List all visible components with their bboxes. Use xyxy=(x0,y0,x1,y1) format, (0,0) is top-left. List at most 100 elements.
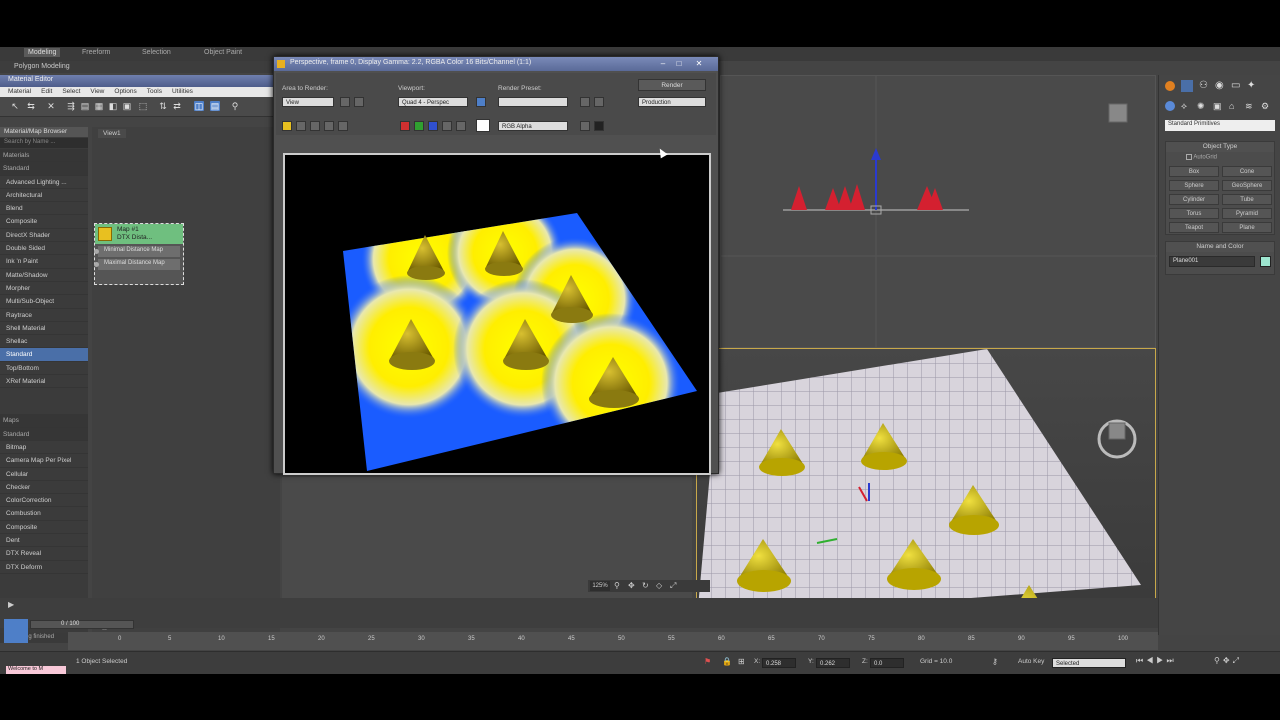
lock-icon[interactable]: 🔒 xyxy=(722,657,732,666)
browser-item[interactable]: Shellac xyxy=(0,335,88,349)
render-setup-icon[interactable] xyxy=(580,97,590,107)
edit-region-icon[interactable] xyxy=(340,97,350,107)
lock-viewport-icon[interactable] xyxy=(476,97,486,107)
clone-window-icon[interactable] xyxy=(310,121,320,131)
utilities-tab-icon[interactable]: ✦ xyxy=(1247,80,1259,92)
print-icon[interactable] xyxy=(324,121,334,131)
show-map-icon[interactable]: ◧ xyxy=(108,101,118,111)
menu-options[interactable]: Options xyxy=(114,88,136,96)
minimize-icon[interactable]: – xyxy=(656,58,670,69)
menu-view[interactable]: View xyxy=(90,88,104,96)
cameras-icon[interactable]: ▣ xyxy=(1213,101,1222,112)
key-icon[interactable]: ⚷ xyxy=(992,657,998,666)
sphere-button[interactable]: Sphere xyxy=(1169,180,1219,191)
menu-material[interactable]: Material xyxy=(8,88,31,96)
layout-horizontal-icon[interactable]: ⇄ xyxy=(172,101,182,111)
area-to-render-select[interactable]: View xyxy=(282,97,334,107)
browser-item[interactable]: Checker xyxy=(0,481,88,495)
lights-icon[interactable]: ✺ xyxy=(1197,101,1205,112)
select-icon[interactable]: ⬚ xyxy=(138,101,148,111)
ribbon-tab-object-paint[interactable]: Object Paint xyxy=(204,49,242,56)
maximal-distance-slot[interactable]: Maximal Distance Map xyxy=(94,259,180,270)
object-name-input[interactable]: Plane001 xyxy=(1169,256,1255,267)
menu-select[interactable]: Select xyxy=(62,88,80,96)
primitives-dropdown[interactable]: Standard Primitives xyxy=(1165,120,1275,131)
browser-item[interactable]: Raytrace xyxy=(0,309,88,322)
move-children-icon[interactable]: ⇶ xyxy=(66,101,76,111)
rendered-image[interactable] xyxy=(283,153,711,475)
spacewarps-icon[interactable]: ≋ xyxy=(1245,101,1253,112)
shapes-icon[interactable]: ⟡ xyxy=(1181,101,1187,112)
orbit-icon[interactable]: ↻ xyxy=(642,581,649,590)
lock-selection-icon[interactable]: ⚑ xyxy=(704,657,711,666)
background-swatch[interactable] xyxy=(476,119,490,132)
ribbon-tab-selection[interactable]: Selection xyxy=(142,49,171,56)
cone-button[interactable]: Cone xyxy=(1222,166,1272,177)
hierarchy-tab-icon[interactable]: ⚇ xyxy=(1199,80,1209,92)
map-node-header[interactable]: Map #1 DTX Dista... xyxy=(95,224,183,244)
maxscript-listener[interactable]: Welcome to M xyxy=(6,666,66,674)
browser-item[interactable]: Matte/Shadow xyxy=(0,269,88,282)
fov-icon[interactable]: ◇ xyxy=(656,581,662,590)
environment-icon[interactable] xyxy=(594,97,604,107)
node-view[interactable]: View1 ⚇ xyxy=(92,127,280,643)
layers-icon[interactable] xyxy=(4,619,28,643)
pick-material-icon[interactable]: ↖ xyxy=(10,101,20,111)
maximize-viewport-icon[interactable]: ⤢ xyxy=(670,581,676,591)
browser-item[interactable]: Bitmap xyxy=(0,441,88,455)
browser-item[interactable]: Dent xyxy=(0,534,88,548)
playback-controls[interactable]: ⏮◀▶⏭ xyxy=(1136,656,1177,666)
browser-item[interactable]: Combustion xyxy=(0,507,88,521)
assign-icon[interactable]: ⇆ xyxy=(26,101,36,111)
geosphere-button[interactable]: GeoSphere xyxy=(1222,180,1272,191)
auto-region-icon[interactable] xyxy=(354,97,364,107)
browser-item[interactable]: DirectX Shader xyxy=(0,229,88,243)
auto-key-button[interactable]: Auto Key xyxy=(1018,658,1044,665)
viewport-select[interactable]: Quad 4 - Perspec xyxy=(398,97,468,107)
browser-item[interactable]: Architectural xyxy=(0,189,88,203)
key-filter-select[interactable]: Selected xyxy=(1052,658,1126,668)
browser-item[interactable]: Standard xyxy=(0,348,88,362)
browser-search-input[interactable]: Search by Name ... xyxy=(0,138,88,148)
browser-item[interactable]: DTX Deform xyxy=(0,561,88,574)
parameter-editor-icon[interactable]: ▤ xyxy=(210,101,220,111)
autogrid-checkbox[interactable] xyxy=(1186,154,1192,160)
pyramid-button[interactable]: Pyramid xyxy=(1222,208,1272,219)
play-icon[interactable]: ▶ xyxy=(8,600,14,609)
viewport-perspective[interactable] xyxy=(696,348,1156,618)
browser-item[interactable]: Double Sided xyxy=(0,242,88,256)
ribbon-tab-modeling[interactable]: Modeling xyxy=(24,48,61,57)
viewport-top[interactable] xyxy=(720,75,1157,349)
navigator-icon[interactable]: ◫ xyxy=(194,101,204,111)
object-type-title[interactable]: Object Type xyxy=(1166,142,1274,152)
object-color-swatch[interactable] xyxy=(1260,256,1271,267)
modify-tab-icon[interactable] xyxy=(1181,80,1193,92)
layout-icon[interactable]: ▤ xyxy=(80,101,90,111)
layout-vertical-icon[interactable]: ⇅ xyxy=(158,101,168,111)
maximize-icon[interactable]: □ xyxy=(672,58,686,69)
systems-icon[interactable]: ⚙ xyxy=(1261,101,1269,112)
background-icon[interactable]: ▦ xyxy=(94,101,104,111)
y-coordinate-field[interactable]: 0.262 xyxy=(816,658,850,668)
browser-item[interactable]: XRef Material xyxy=(0,375,88,389)
map-node[interactable]: Map #1 DTX Dista... Minimal Distance Map… xyxy=(94,223,184,285)
browser-item[interactable]: Advanced Lighting ... xyxy=(0,176,88,189)
browser-group-header[interactable]: Maps xyxy=(0,414,88,428)
zoom-icon[interactable]: ⚲ xyxy=(614,581,620,590)
time-slider[interactable]: 0 / 100 xyxy=(30,620,134,629)
display-tab-icon[interactable]: ▭ xyxy=(1231,80,1243,92)
production-select[interactable]: Production xyxy=(638,97,706,107)
cylinder-button[interactable]: Cylinder xyxy=(1169,194,1219,205)
torus-button[interactable]: Torus xyxy=(1169,208,1219,219)
geometry-icon[interactable] xyxy=(1165,101,1175,111)
browser-item[interactable]: Cellular xyxy=(0,468,88,481)
channel-select[interactable]: RGB Alpha xyxy=(498,121,568,131)
browser-item[interactable]: ColorCorrection xyxy=(0,494,88,508)
zoom-level[interactable]: 125% xyxy=(590,581,610,591)
monochrome-icon[interactable] xyxy=(456,121,466,131)
blue-channel-icon[interactable] xyxy=(428,121,438,131)
browser-item[interactable]: Blend xyxy=(0,202,88,216)
render-button[interactable]: Render xyxy=(638,79,706,91)
copy-image-icon[interactable] xyxy=(296,121,306,131)
display-toggle-icon[interactable] xyxy=(594,121,604,131)
